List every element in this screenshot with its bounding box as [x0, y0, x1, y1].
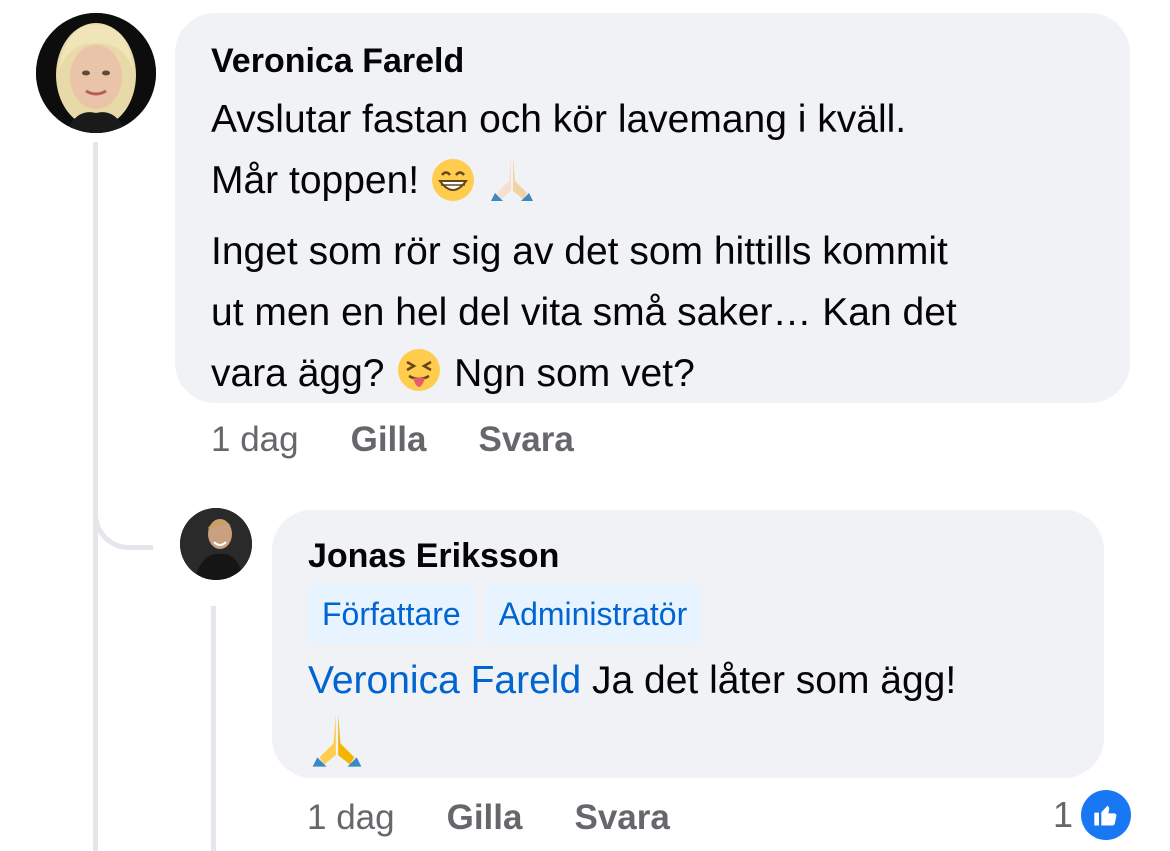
comment-line: ut men en hel del vita små saker… Kan de…: [211, 291, 957, 334]
avatar-jonas[interactable]: [180, 508, 252, 580]
like-button[interactable]: Gilla: [351, 420, 427, 460]
reply-text-body: Ja det låter som ägg!: [592, 659, 957, 702]
reply-thread-line: [211, 606, 216, 851]
author-badge[interactable]: Författare: [308, 584, 475, 644]
comment-line-text: vara ägg?: [211, 352, 385, 395]
comment-line: Mår toppen!: [211, 150, 1094, 221]
folded-hands-emoji-icon: [308, 711, 1068, 775]
comment-thread: Veronica Fareld Avslutar fastan och kör …: [0, 0, 1170, 851]
reply-button[interactable]: Svara: [574, 798, 669, 838]
reaction-summary[interactable]: 1: [1053, 790, 1132, 840]
squinting-tongue-face-emoji-icon: [395, 348, 443, 414]
reply-bubble: Jonas Eriksson Författare Administratör …: [272, 510, 1104, 778]
comment-bubble: Veronica Fareld Avslutar fastan och kör …: [175, 13, 1130, 403]
mention-link[interactable]: Veronica Fareld: [308, 659, 581, 702]
grinning-face-emoji-icon: [430, 157, 476, 221]
comment-line-text: Mår toppen!: [211, 159, 420, 202]
thumbs-up-icon: [1081, 790, 1132, 840]
comment-actions: 1 dag Gilla Svara: [211, 420, 574, 460]
reply-button[interactable]: Svara: [478, 420, 573, 460]
comment-line: Avslutar fastan och kör lavemang i kväll…: [211, 98, 907, 141]
avatar-veronica[interactable]: [36, 13, 156, 133]
folded-hands-emoji-icon: [487, 153, 537, 221]
comment-line: Inget som rör sig av det som hittills ko…: [211, 230, 948, 273]
reply-timestamp[interactable]: 1 dag: [307, 798, 395, 838]
author-badges: Författare Administratör: [308, 584, 1068, 644]
comment-author[interactable]: Veronica Fareld: [211, 41, 1094, 81]
admin-badge[interactable]: Administratör: [484, 584, 702, 644]
comment-timestamp[interactable]: 1 dag: [211, 420, 299, 460]
like-button[interactable]: Gilla: [447, 798, 523, 838]
reply-author[interactable]: Jonas Eriksson: [308, 536, 1068, 576]
comment-line: vara ägg? Ngn som vet?: [211, 343, 1094, 414]
reaction-count: 1: [1053, 794, 1074, 835]
reply-text: Veronica Fareld Ja det låter som ägg!: [308, 650, 1068, 711]
comment-text: Avslutar fastan och kör lavemang i kväll…: [211, 89, 1094, 414]
thread-branch-curve: [93, 470, 153, 550]
reply-actions: 1 dag Gilla Svara: [307, 798, 670, 838]
comment-line-text: Ngn som vet?: [454, 352, 695, 395]
